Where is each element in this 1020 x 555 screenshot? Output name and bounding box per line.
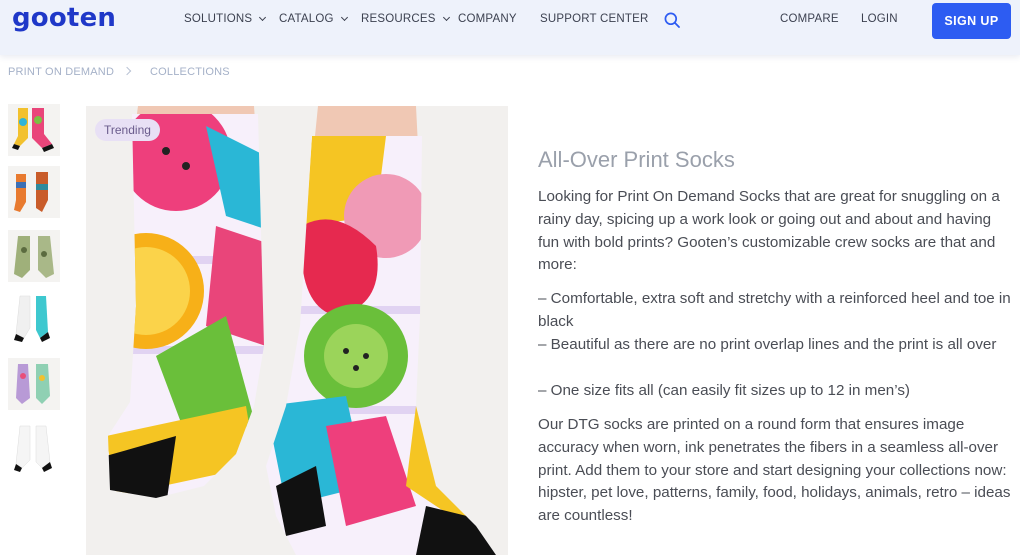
- chevron-down-icon: [442, 13, 450, 22]
- sign-up-button[interactable]: SIGN UP: [932, 3, 1011, 39]
- feature-item: – Beautiful as there are no print overla…: [538, 336, 997, 353]
- nav-login[interactable]: LOGIN: [861, 13, 898, 25]
- thumbnail-5[interactable]: [8, 358, 60, 410]
- product-intro: Looking for Print On Demand Socks that a…: [538, 188, 1000, 274]
- nav-solutions[interactable]: SOLUTIONS: [184, 13, 267, 25]
- nav-company[interactable]: COMPANY: [458, 13, 517, 25]
- nav-catalog[interactable]: CATALOG: [279, 13, 348, 25]
- nav-support-center-label: SUPPORT CENTER: [540, 13, 649, 25]
- product-main-image: [86, 106, 508, 555]
- nav-company-label: COMPANY: [458, 13, 517, 25]
- nav-resources[interactable]: RESOURCES: [361, 13, 450, 25]
- breadcrumb-collections[interactable]: COLLECTIONS: [150, 66, 230, 78]
- thumbnail-2[interactable]: [8, 166, 60, 218]
- thumbnail-6[interactable]: [8, 422, 60, 474]
- socks-illustration: [86, 106, 508, 555]
- chevron-down-icon: [259, 13, 267, 22]
- gooten-logo[interactable]: gooten: [12, 3, 116, 33]
- search-icon[interactable]: [664, 12, 680, 28]
- breadcrumb-print-on-demand[interactable]: PRINT ON DEMAND: [8, 66, 114, 78]
- product-details: Our DTG socks are printed on a round for…: [538, 416, 1011, 525]
- nav-solutions-label: SOLUTIONS: [184, 13, 253, 25]
- chevron-right-icon: [122, 66, 132, 76]
- thumbnail-1[interactable]: [8, 104, 60, 156]
- feature-item: – One size fits all (can easily fit size…: [538, 382, 910, 399]
- thumbnail-4[interactable]: [8, 292, 60, 344]
- nav-catalog-label: CATALOG: [279, 13, 334, 25]
- thumbnail-3[interactable]: [8, 230, 60, 282]
- trending-badge: Trending: [95, 119, 160, 141]
- chevron-down-icon: [340, 13, 348, 22]
- top-nav-bar: gooten SOLUTIONS CATALOG RESOURCES COMPA…: [0, 0, 1020, 55]
- product-title: All-Over Print Socks: [538, 147, 735, 172]
- feature-item: – Comfortable, extra soft and stretchy w…: [538, 290, 1011, 330]
- nav-support-center[interactable]: SUPPORT CENTER: [540, 13, 648, 25]
- nav-compare[interactable]: COMPARE: [780, 13, 839, 25]
- nav-resources-label: RESOURCES: [361, 13, 436, 25]
